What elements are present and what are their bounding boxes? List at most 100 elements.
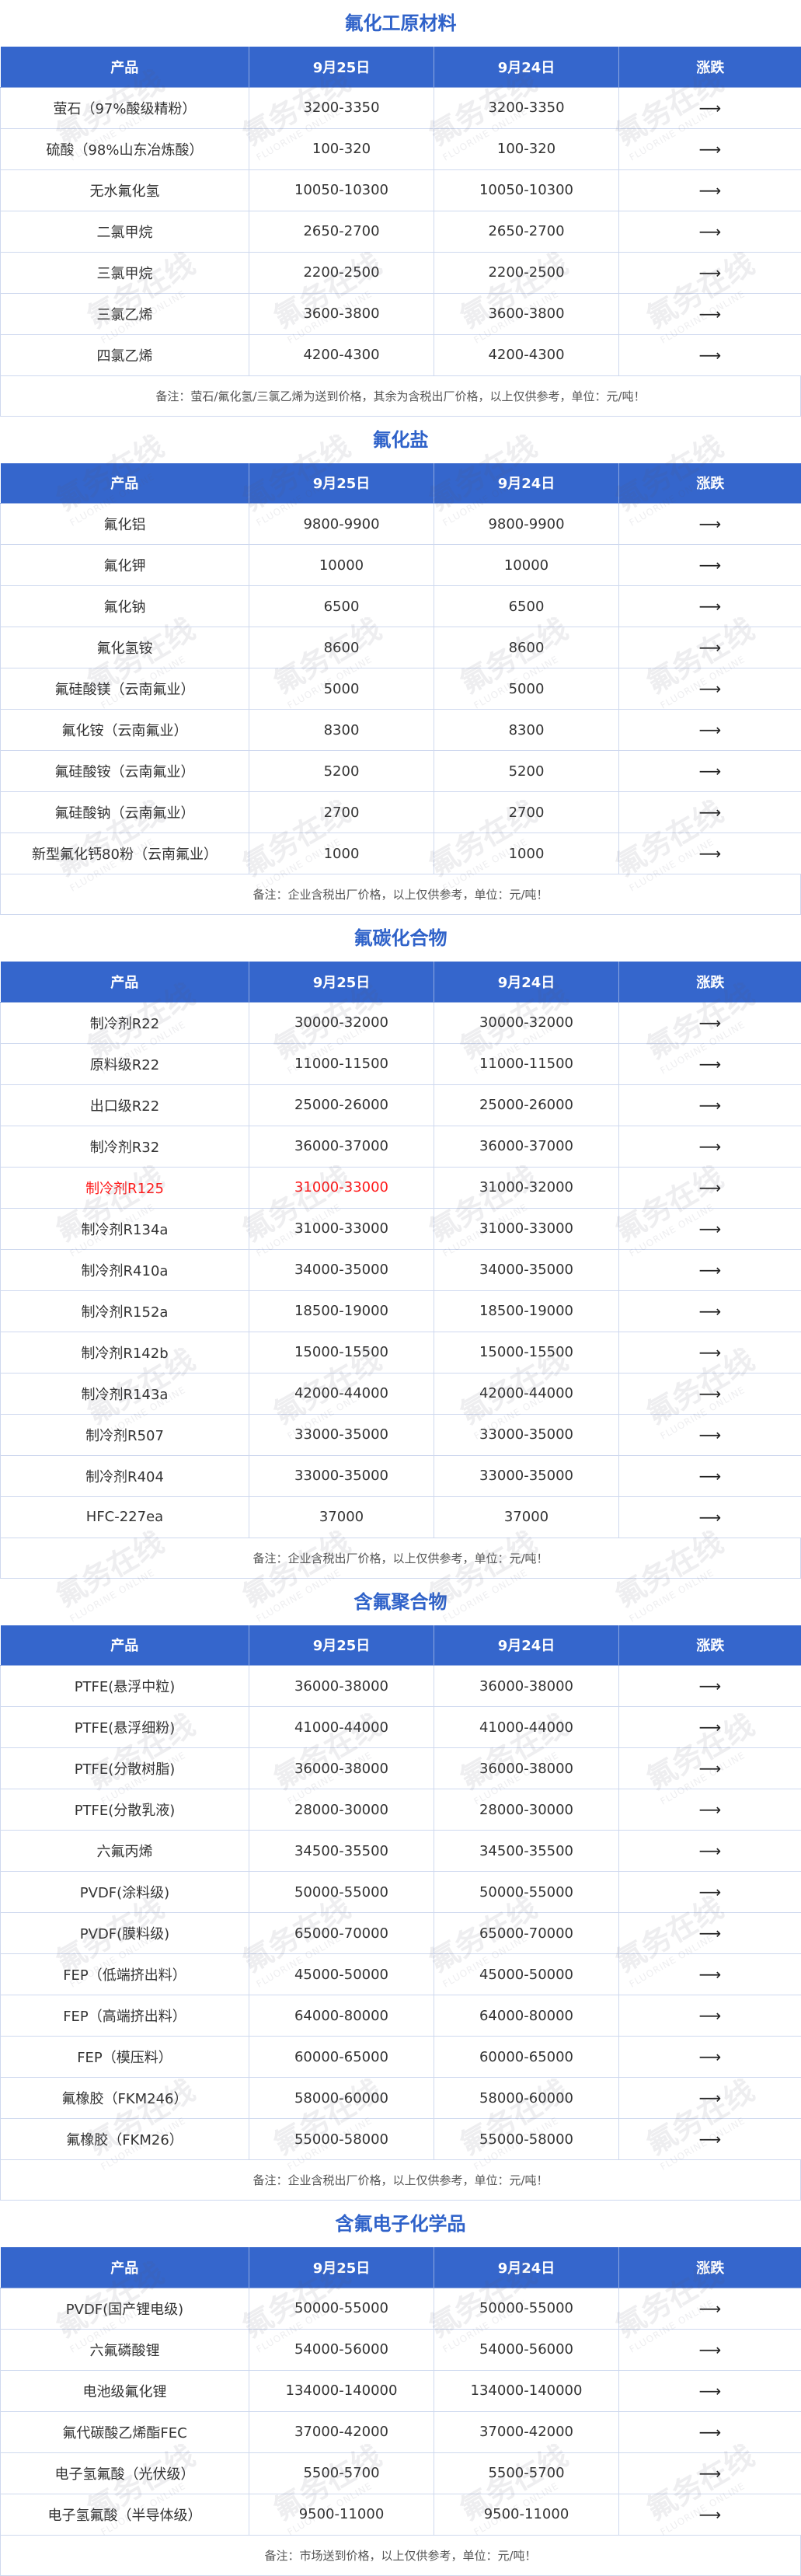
right-arrow-icon: ⟶ <box>619 1043 801 1084</box>
header-date-current: 9月25日 <box>249 47 434 87</box>
right-arrow-icon: ⟶ <box>619 1707 801 1748</box>
product-name: 氟橡胶（FKM26） <box>1 2119 249 2160</box>
right-arrow-icon: ⟶ <box>619 586 801 627</box>
price-current: 10050-10300 <box>249 169 434 211</box>
right-arrow-icon: ⟶ <box>619 1995 801 2037</box>
product-name: 氟化钠 <box>1 586 249 627</box>
price-previous: 11000-11500 <box>434 1043 619 1084</box>
product-name: 制冷剂R410a <box>1 1249 249 1290</box>
price-current: 65000-70000 <box>249 1913 434 1954</box>
product-name: 制冷剂R404 <box>1 1455 249 1496</box>
table-row: 出口级R22 25000-26000 25000-26000 ⟶ <box>1 1084 801 1126</box>
price-previous: 5500-5700 <box>434 2452 619 2494</box>
right-arrow-icon: ⟶ <box>619 1167 801 1208</box>
right-arrow-icon: ⟶ <box>619 1748 801 1789</box>
right-arrow-icon: ⟶ <box>619 2037 801 2078</box>
price-table: 产品 9月25日 9月24日 涨跌 制冷剂R22 30000-32000 300… <box>0 962 801 1538</box>
table-row: 电子氢氟酸（光伏级） 5500-5700 5500-5700 ⟶ <box>1 2452 801 2494</box>
price-section: 氟化盐 产品 9月25日 9月24日 涨跌 氟化铝 9800-9900 9800… <box>0 417 801 916</box>
product-name: 制冷剂R32 <box>1 1126 249 1167</box>
product-name: PVDF(国产锂电级) <box>1 2288 249 2329</box>
product-name: PTFE(悬浮细粉) <box>1 1707 249 1748</box>
table-row: PTFE(悬浮细粉) 41000-44000 41000-44000 ⟶ <box>1 1707 801 1748</box>
table-row: 氟硅酸铵（云南氟业） 5200 5200 ⟶ <box>1 751 801 792</box>
header-product: 产品 <box>1 463 249 504</box>
price-current: 34000-35000 <box>249 1249 434 1290</box>
table-header-row: 产品 9月25日 9月24日 涨跌 <box>1 962 801 1002</box>
price-previous: 2650-2700 <box>434 211 619 252</box>
table-row: FEP（低端挤出料） 45000-50000 45000-50000 ⟶ <box>1 1954 801 1995</box>
product-name: 出口级R22 <box>1 1084 249 1126</box>
table-row: 电子氢氟酸（半导体级） 9500-11000 9500-11000 ⟶ <box>1 2494 801 2535</box>
product-name: 氟代碳酸乙烯酯FEC <box>1 2411 249 2452</box>
price-current: 42000-44000 <box>249 1373 434 1414</box>
price-previous: 36000-38000 <box>434 1666 619 1707</box>
right-arrow-icon: ⟶ <box>619 2329 801 2370</box>
table-row: 制冷剂R404 33000-35000 33000-35000 ⟶ <box>1 1455 801 1496</box>
product-name: 氟化铵（云南氟业） <box>1 710 249 751</box>
price-previous: 30000-32000 <box>434 1002 619 1043</box>
price-current: 31000-33000 <box>249 1167 434 1208</box>
table-row: 三氯乙烯 3600-3800 3600-3800 ⟶ <box>1 293 801 334</box>
header-date-previous: 9月24日 <box>434 2247 619 2288</box>
price-report: 氟化工原材料 产品 9月25日 9月24日 涨跌 萤石（97%酸级精粉） 320… <box>0 0 801 2576</box>
price-current: 5000 <box>249 668 434 710</box>
price-previous: 3600-3800 <box>434 293 619 334</box>
price-previous: 10050-10300 <box>434 169 619 211</box>
right-arrow-icon: ⟶ <box>619 1872 801 1913</box>
price-previous: 134000-140000 <box>434 2370 619 2411</box>
price-current: 50000-55000 <box>249 1872 434 1913</box>
price-previous: 9800-9900 <box>434 504 619 545</box>
section-title: 氟化工原材料 <box>0 0 801 47</box>
right-arrow-icon: ⟶ <box>619 169 801 211</box>
product-name: 无水氟化氢 <box>1 169 249 211</box>
price-previous: 28000-30000 <box>434 1789 619 1831</box>
price-current: 55000-58000 <box>249 2119 434 2160</box>
product-name: 制冷剂R22 <box>1 1002 249 1043</box>
right-arrow-icon: ⟶ <box>619 504 801 545</box>
table-row: 原料级R22 11000-11500 11000-11500 ⟶ <box>1 1043 801 1084</box>
price-previous: 37000-42000 <box>434 2411 619 2452</box>
price-current: 30000-32000 <box>249 1002 434 1043</box>
price-previous: 36000-37000 <box>434 1126 619 1167</box>
price-current: 25000-26000 <box>249 1084 434 1126</box>
product-name: FEP（低端挤出料） <box>1 1954 249 1995</box>
right-arrow-icon: ⟶ <box>619 2078 801 2119</box>
right-arrow-icon: ⟶ <box>619 1084 801 1126</box>
right-arrow-icon: ⟶ <box>619 2288 801 2329</box>
right-arrow-icon: ⟶ <box>619 710 801 751</box>
price-current: 33000-35000 <box>249 1414 434 1455</box>
price-previous: 31000-32000 <box>434 1167 619 1208</box>
price-current: 8300 <box>249 710 434 751</box>
table-row: 电池级氟化锂 134000-140000 134000-140000 ⟶ <box>1 2370 801 2411</box>
right-arrow-icon: ⟶ <box>619 1789 801 1831</box>
price-current: 6500 <box>249 586 434 627</box>
right-arrow-icon: ⟶ <box>619 1290 801 1332</box>
product-name: 制冷剂R134a <box>1 1208 249 1249</box>
table-row: 氟橡胶（FKM246） 58000-60000 58000-60000 ⟶ <box>1 2078 801 2119</box>
table-header-row: 产品 9月25日 9月24日 涨跌 <box>1 47 801 87</box>
table-row: 制冷剂R125 31000-33000 31000-32000 ⟶ <box>1 1167 801 1208</box>
product-name: PTFE(分散乳液) <box>1 1789 249 1831</box>
header-date-previous: 9月24日 <box>434 47 619 87</box>
price-current: 54000-56000 <box>249 2329 434 2370</box>
right-arrow-icon: ⟶ <box>619 1208 801 1249</box>
product-name: 氟化氢铵 <box>1 627 249 668</box>
table-row: HFC-227ea 37000 37000 ⟶ <box>1 1496 801 1538</box>
price-current: 2700 <box>249 792 434 833</box>
product-name: FEP（模压料） <box>1 2037 249 2078</box>
price-previous: 36000-38000 <box>434 1748 619 1789</box>
table-row: PTFE(分散树脂) 36000-38000 36000-38000 ⟶ <box>1 1748 801 1789</box>
header-date-current: 9月25日 <box>249 463 434 504</box>
price-previous: 8600 <box>434 627 619 668</box>
table-row: PTFE(分散乳液) 28000-30000 28000-30000 ⟶ <box>1 1789 801 1831</box>
right-arrow-icon: ⟶ <box>619 87 801 128</box>
header-product: 产品 <box>1 962 249 1002</box>
price-current: 37000 <box>249 1496 434 1538</box>
price-current: 134000-140000 <box>249 2370 434 2411</box>
price-previous: 37000 <box>434 1496 619 1538</box>
price-previous: 64000-80000 <box>434 1995 619 2037</box>
product-name: PVDF(膜料级) <box>1 1913 249 1954</box>
product-name: 氟化钾 <box>1 545 249 586</box>
price-previous: 18500-19000 <box>434 1290 619 1332</box>
